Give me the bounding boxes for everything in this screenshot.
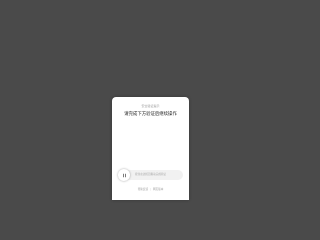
dialog-subtitle: 安全验证提示 <box>141 104 160 108</box>
pause-icon <box>122 173 126 177</box>
web-version-link[interactable]: 网页版本 <box>153 188 163 191</box>
slider-track[interactable]: 按住左边按钮拖动完成验证 <box>118 169 183 181</box>
dialog-footer: 帮助反馈 | 网页版本 <box>112 188 189 192</box>
footer-separator: | <box>150 188 151 191</box>
slider-handle[interactable] <box>118 169 130 181</box>
help-feedback-link[interactable]: 帮助反馈 <box>138 188 148 191</box>
verification-dialog: 安全验证提示 请完成下方验证后继续操作 按住左边按钮拖动完成验证 帮助反馈 | 网页… <box>112 97 189 200</box>
dialog-title: 请完成下方验证后继续操作 <box>124 112 177 117</box>
slider-hint-text: 按住左边按钮拖动完成验证 <box>135 173 167 176</box>
